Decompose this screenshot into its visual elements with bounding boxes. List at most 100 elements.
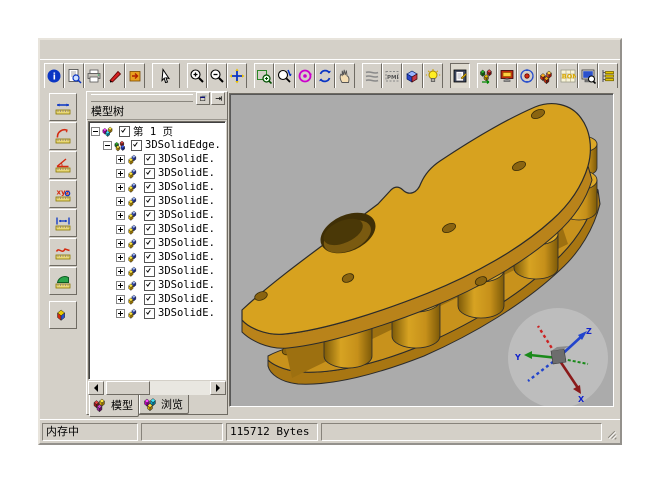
tree-label[interactable]: 3DSolidE.: [158, 153, 215, 165]
explode-view[interactable]: [537, 63, 557, 89]
tree-label[interactable]: 3DSolidE.: [158, 195, 215, 207]
expand-icon[interactable]: [116, 281, 125, 290]
tree-row-part[interactable]: 3DSolidE.: [89, 208, 225, 222]
tree-row-part[interactable]: 3DSolidE.: [89, 166, 225, 180]
dynamic-zoom[interactable]: [274, 63, 294, 89]
expand-icon[interactable]: [116, 267, 125, 276]
tree-row-assembly[interactable]: 3DSolidEdge.: [89, 138, 225, 152]
expand-icon[interactable]: [116, 211, 125, 220]
zoom-window[interactable]: [254, 63, 274, 89]
tree-row-part[interactable]: 3DSolidE.: [89, 250, 225, 264]
tree-label[interactable]: 3DSolidE.: [158, 237, 215, 249]
scroll-left-arrow-icon[interactable]: [88, 381, 104, 395]
expand-icon[interactable]: [116, 239, 125, 248]
panel-gripper[interactable]: [91, 94, 193, 102]
visibility-checkbox[interactable]: [144, 280, 155, 291]
refresh-view[interactable]: [315, 63, 335, 89]
orbit-axes[interactable]: [517, 63, 537, 89]
visibility-checkbox[interactable]: [144, 210, 155, 221]
measure-curve-length[interactable]: [49, 238, 77, 266]
tab-model[interactable]: 模型: [89, 395, 139, 417]
expand-icon[interactable]: [116, 169, 125, 178]
tree-label[interactable]: 3DSolidE.: [158, 279, 215, 291]
visibility-checkbox[interactable]: [144, 294, 155, 305]
measure-angle[interactable]: [49, 151, 77, 179]
visibility-checkbox[interactable]: [144, 238, 155, 249]
expand-icon[interactable]: [116, 183, 125, 192]
info[interactable]: i: [44, 63, 64, 89]
tree-label[interactable]: 3DSolidE.: [158, 167, 215, 179]
panel-float[interactable]: [196, 92, 210, 105]
tab-browse[interactable]: 浏览: [139, 395, 189, 414]
expand-icon[interactable]: [116, 155, 125, 164]
module-manager[interactable]: [477, 63, 497, 89]
print-preview[interactable]: [578, 63, 598, 89]
tree-label[interactable]: 3DSolidE.: [158, 307, 215, 319]
tree-row-part[interactable]: 3DSolidE.: [89, 236, 225, 250]
visibility-checkbox[interactable]: [144, 196, 155, 207]
view-orientation[interactable]: [402, 63, 422, 89]
tree-row-part[interactable]: 3DSolidE.: [89, 194, 225, 208]
pan-dynamic[interactable]: [227, 63, 247, 89]
tree-label[interactable]: 3DSolidE.: [158, 181, 215, 193]
model-tree-toggle[interactable]: [598, 63, 618, 89]
visibility-checkbox[interactable]: [119, 126, 130, 137]
collapse-icon[interactable]: [91, 127, 100, 136]
dynamic-rotate[interactable]: [295, 63, 315, 89]
scrollbar-track[interactable]: [104, 381, 210, 395]
visibility-checkbox[interactable]: [144, 154, 155, 165]
lighting[interactable]: [423, 63, 443, 89]
tree-row-part[interactable]: 3DSolidE.: [89, 278, 225, 292]
visibility-checkbox[interactable]: [144, 182, 155, 193]
viewport-3d[interactable]: Z Y X: [229, 93, 614, 407]
tree-label[interactable]: 3DSolidE.: [158, 251, 215, 263]
export-image[interactable]: [125, 63, 145, 89]
pmi-display[interactable]: PMI: [382, 63, 402, 89]
collapse-icon[interactable]: [103, 141, 112, 150]
visibility-checkbox[interactable]: [144, 224, 155, 235]
measure-area[interactable]: [49, 267, 77, 295]
tree-row-part[interactable]: 3DSolidE.: [89, 180, 225, 194]
expand-icon[interactable]: [116, 197, 125, 206]
visibility-checkbox[interactable]: [144, 252, 155, 263]
measure-distance[interactable]: [49, 93, 77, 121]
tree-label[interactable]: 3DSolidE.: [158, 293, 215, 305]
tree-row-part[interactable]: 3DSolidE.: [89, 222, 225, 236]
expand-icon[interactable]: [116, 309, 125, 318]
visibility-checkbox[interactable]: [144, 266, 155, 277]
select-cursor[interactable]: [152, 63, 180, 89]
tree-row-part[interactable]: 3DSolidE.: [89, 264, 225, 278]
panel-hide[interactable]: [211, 92, 225, 105]
measure-coordinate[interactable]: xyz: [49, 180, 77, 208]
resize-grip-icon[interactable]: [605, 428, 618, 441]
tree-label[interactable]: 3DSolidEdge.: [145, 139, 221, 151]
orientation-ball[interactable]: Z Y X: [508, 308, 608, 406]
tree-label[interactable]: 第 1 页: [133, 124, 173, 139]
menu-page[interactable]: [70, 49, 88, 51]
markup-pen[interactable]: [104, 63, 124, 89]
notebook[interactable]: [450, 63, 470, 89]
pan-hand[interactable]: [335, 63, 355, 89]
expand-icon[interactable]: [116, 225, 125, 234]
visibility-checkbox[interactable]: [131, 140, 142, 151]
tree-label[interactable]: 3DSolidE.: [158, 265, 215, 277]
tree-label[interactable]: 3DSolidE.: [158, 223, 215, 235]
tree-row-page[interactable]: 第 1 页: [89, 124, 225, 138]
measure-volume[interactable]: [49, 301, 77, 329]
tree-row-part[interactable]: 3DSolidE.: [89, 292, 225, 306]
scroll-right-arrow-icon[interactable]: [210, 381, 226, 395]
print[interactable]: [84, 63, 104, 89]
expand-icon[interactable]: [116, 295, 125, 304]
tree-row-part[interactable]: 3DSolidE.: [89, 306, 225, 320]
menu-file[interactable]: [50, 49, 68, 51]
tree-label[interactable]: 3DSolidE.: [158, 209, 215, 221]
visibility-checkbox[interactable]: [144, 308, 155, 319]
scrollbar-thumb[interactable]: [106, 381, 150, 395]
layer-settings[interactable]: [362, 63, 382, 89]
visibility-checkbox[interactable]: [144, 168, 155, 179]
open-document[interactable]: [64, 63, 84, 89]
screen-capture[interactable]: [497, 63, 517, 89]
zoom-in[interactable]: [187, 63, 207, 89]
tree-row-part[interactable]: 3DSolidE.: [89, 152, 225, 166]
measure-radius[interactable]: [49, 122, 77, 150]
